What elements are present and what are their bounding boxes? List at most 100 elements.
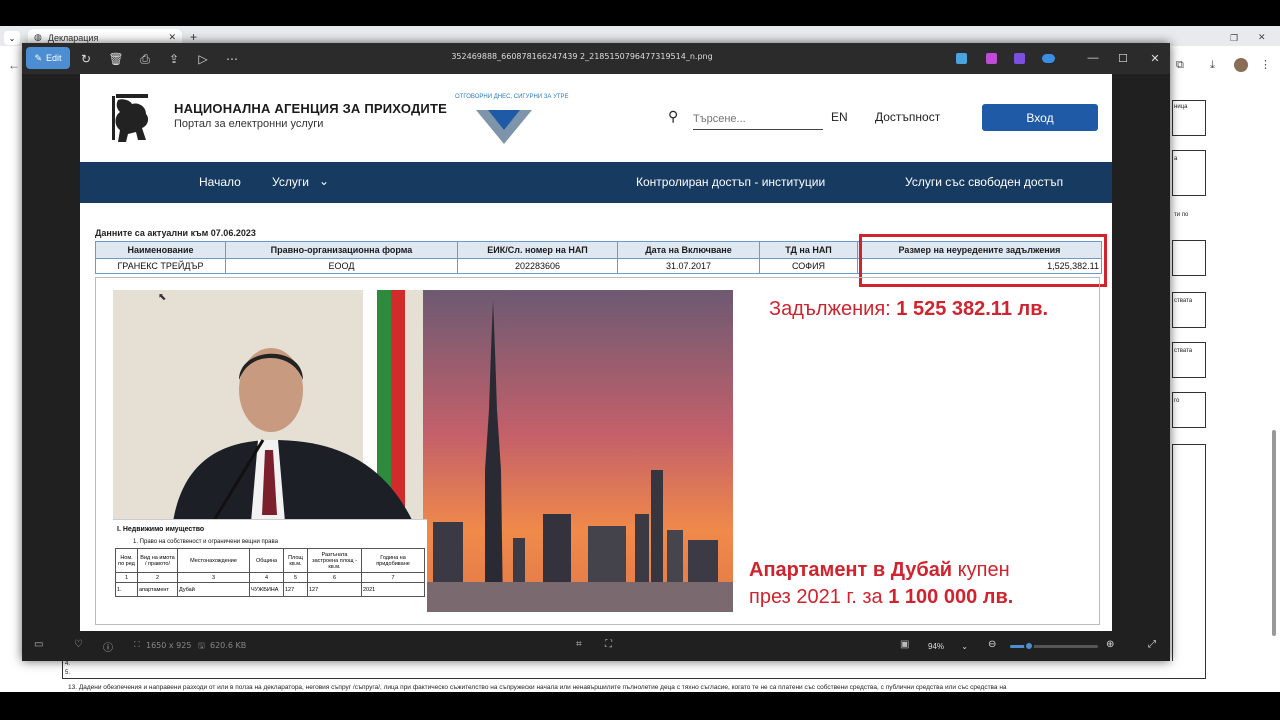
- search-icon[interactable]: ⚲: [668, 108, 678, 125]
- onedrive-icon[interactable]: [1042, 54, 1055, 63]
- property-subtitle: 1. Право на собственост и ограничени вещ…: [133, 539, 278, 545]
- copilot-icon[interactable]: [986, 53, 997, 64]
- close-window-icon[interactable]: ✕: [1258, 32, 1266, 43]
- screen-bottom-bar: [0, 692, 1280, 720]
- prop-num: 4: [249, 572, 284, 583]
- prop-header: Година на придобиване: [361, 548, 425, 573]
- prop-header: Местонахождение: [177, 548, 250, 573]
- debt-caption-label: Задължения:: [769, 298, 897, 320]
- close-icon[interactable]: ✕: [1140, 48, 1170, 68]
- fit-icon[interactable]: ▣: [900, 639, 909, 650]
- crop-icon[interactable]: ⌗: [576, 639, 582, 650]
- screen-top-bar: [0, 0, 1280, 26]
- language-switch[interactable]: EN: [831, 110, 848, 124]
- dubai-caption-amount: 1 100 000 лв.: [888, 586, 1014, 608]
- bg-form-box: [1172, 444, 1206, 678]
- main-navbar: Начало Услуги ⌄ Контролиран достъп - инс…: [80, 162, 1112, 203]
- search-input[interactable]: [693, 108, 823, 130]
- zoom-select[interactable]: 94% ⌄: [922, 636, 974, 656]
- zoom-out-icon[interactable]: ⊖: [988, 639, 996, 650]
- property-title: I. Недвижимо имущество: [117, 526, 205, 533]
- filmstrip-icon[interactable]: ▭: [34, 639, 43, 650]
- dubai-caption-bold: Апартамент в Дубай: [749, 559, 953, 581]
- bg-form-label: ствата: [1174, 348, 1193, 354]
- back-icon[interactable]: ←: [8, 58, 20, 72]
- print-icon[interactable]: ⎙: [135, 49, 155, 69]
- prop-header: Разгъната застроена площ - кв.м.: [307, 548, 362, 573]
- bg-row-number: 4.: [65, 661, 71, 667]
- property-table: Ном. по ред Вид на имота / правото/ Мест…: [115, 548, 425, 597]
- bg-row-number: 5.: [65, 670, 71, 676]
- minimize-icon[interactable]: —: [1078, 48, 1108, 68]
- prop-header: Ном. по ред: [115, 548, 138, 573]
- lion-logo-icon: [112, 94, 149, 142]
- clipchamp-icon[interactable]: [1014, 53, 1025, 64]
- property-declaration-excerpt: I. Недвижимо имущество 1. Право на собст…: [113, 519, 427, 612]
- viewer-statusbar: ▭ ♡ ⓘ ⛶ 1650 x 925 🖫 620.6 KB ⌗ ⛶ ▣ 94% ⌄…: [22, 631, 1170, 661]
- debt-caption-amount: 1 525 382.11 лв.: [896, 298, 1049, 320]
- nav-free-access[interactable]: Услуги със свободен достъп: [905, 175, 1063, 189]
- login-button[interactable]: Вход: [982, 104, 1098, 131]
- prop-num: 7: [361, 572, 425, 583]
- nav-services[interactable]: Услуги: [272, 175, 309, 189]
- more-icon[interactable]: ⋯: [222, 49, 242, 69]
- chevron-down-icon[interactable]: ⌄: [319, 174, 329, 188]
- zoom-slider[interactable]: [1010, 641, 1098, 651]
- prop-num: 1: [115, 572, 138, 583]
- prop-header: Община: [249, 548, 284, 573]
- page-scrollbar[interactable]: [1272, 430, 1276, 636]
- tab-list-button[interactable]: ⌄: [4, 31, 20, 45]
- delete-icon[interactable]: 🗑: [106, 49, 126, 69]
- column-header: Правно-организационна форма: [225, 241, 458, 259]
- zoom-slider-thumb[interactable]: [1024, 641, 1035, 651]
- filesize-icon: 🖫: [198, 641, 205, 650]
- heart-icon[interactable]: ♡: [74, 639, 83, 650]
- nav-home[interactable]: Начало: [199, 175, 241, 189]
- agency-name: НАЦИОНАЛНА АГЕНЦИЯ ЗА ПРИХОДИТЕ: [174, 101, 447, 116]
- dimensions-icon: ⛶: [134, 640, 140, 649]
- portal-subtitle: Портал за електронни услуги: [174, 118, 324, 130]
- maximize-icon[interactable]: ☐: [1108, 48, 1138, 68]
- prop-cell: Дубай: [177, 582, 250, 597]
- zoom-value: 94%: [928, 641, 945, 651]
- avatar[interactable]: [1234, 58, 1248, 72]
- bg-table-rows: [62, 661, 1206, 679]
- accessibility-link[interactable]: Достъпност: [875, 110, 940, 124]
- bg-form-label: го: [1174, 398, 1180, 404]
- app-icon[interactable]: [956, 53, 967, 64]
- share-icon[interactable]: ⇪: [164, 49, 184, 69]
- expand-icon[interactable]: ⤢: [1148, 639, 1156, 650]
- bg-form-label: ти по: [1174, 212, 1189, 218]
- mouse-cursor-icon: ⬉: [158, 292, 167, 303]
- extensions-icon[interactable]: ⧉: [1176, 59, 1184, 72]
- slideshow-icon[interactable]: ▷: [193, 49, 213, 69]
- download-icon[interactable]: ⤓: [1210, 59, 1215, 72]
- cell-legal-form: ЕООД: [225, 258, 458, 274]
- nap-emblem-icon: [476, 110, 532, 144]
- rotate-icon[interactable]: ↻: [76, 49, 96, 69]
- prop-header: Площ кв.м.: [283, 548, 308, 573]
- agency-slogan: ОТГОВОРНИ ДНЕС, СИГУРНИ ЗА УТРЕ: [455, 94, 569, 100]
- restore-icon[interactable]: ❐: [1230, 33, 1238, 44]
- close-tab-icon[interactable]: ✕: [168, 32, 176, 43]
- prop-cell: 2021: [361, 582, 425, 597]
- image-dimensions: 1650 x 925: [146, 641, 192, 650]
- edit-button[interactable]: ✎ Edit: [26, 47, 70, 69]
- menu-icon[interactable]: ⋮: [1260, 58, 1271, 71]
- info-icon[interactable]: ⓘ: [103, 639, 113, 654]
- globe-icon: ◍: [34, 32, 42, 42]
- edit-label: Edit: [46, 53, 62, 63]
- nav-controlled-access[interactable]: Контролиран достъп - институции: [636, 175, 825, 189]
- prop-cell: 127: [307, 582, 362, 597]
- dubai-skyline-photo: [423, 290, 733, 612]
- prop-header: Вид на имота / правото/: [137, 548, 178, 573]
- bg-declaration-text: 13. Дадени обезпечения и направени разхо…: [68, 684, 1007, 691]
- zoom-in-icon[interactable]: ⊕: [1106, 639, 1114, 650]
- new-tab-icon[interactable]: +: [190, 30, 197, 44]
- scan-icon[interactable]: ⛶: [605, 639, 612, 650]
- data-date: Данните са актуални към 07.06.2023: [95, 228, 256, 238]
- prop-cell: ЧУЖБИНА: [249, 582, 284, 597]
- browser-tab-title: Декларация: [47, 32, 99, 43]
- cell-td: СОФИЯ: [759, 258, 858, 274]
- dubai-caption: Апартамент в Дубай купен през 2021 г. за …: [749, 557, 1089, 611]
